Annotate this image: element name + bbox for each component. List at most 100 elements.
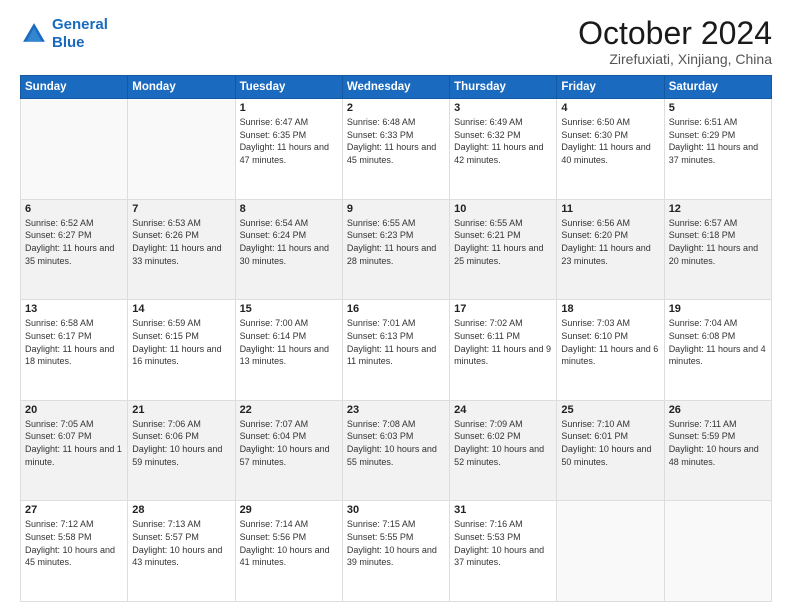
day-info: Sunrise: 7:10 AM Sunset: 6:01 PM Dayligh…	[561, 418, 659, 468]
day-info: Sunrise: 7:16 AM Sunset: 5:53 PM Dayligh…	[454, 518, 552, 568]
day-info: Sunrise: 7:14 AM Sunset: 5:56 PM Dayligh…	[240, 518, 338, 568]
day-info: Sunrise: 6:56 AM Sunset: 6:20 PM Dayligh…	[561, 217, 659, 267]
day-info: Sunrise: 6:48 AM Sunset: 6:33 PM Dayligh…	[347, 116, 445, 166]
day-number: 28	[132, 504, 230, 516]
col-header-saturday: Saturday	[664, 76, 771, 99]
day-cell: 16 Sunrise: 7:01 AM Sunset: 6:13 PM Dayli…	[342, 300, 449, 401]
day-number: 24	[454, 404, 552, 416]
day-cell: 24 Sunrise: 7:09 AM Sunset: 6:02 PM Dayli…	[450, 400, 557, 501]
day-cell: 28Sunrise: 7:13 AM Sunset: 5:57 PM Dayli…	[128, 501, 235, 602]
day-cell: 30 Sunrise: 7:15 AM Sunset: 5:55 PM Dayli…	[342, 501, 449, 602]
week-row-5: 27 Sunrise: 7:12 AM Sunset: 5:58 PM Dayli…	[21, 501, 772, 602]
day-cell: 25 Sunrise: 7:10 AM Sunset: 6:01 PM Dayli…	[557, 400, 664, 501]
day-number: 29	[240, 504, 338, 516]
day-number: 13	[25, 303, 123, 315]
day-cell: 1Sunrise: 6:47 AM Sunset: 6:35 PM Daylig…	[235, 99, 342, 200]
day-cell	[128, 99, 235, 200]
day-info: Sunrise: 6:52 AM Sunset: 6:27 PM Dayligh…	[25, 217, 123, 267]
logo-line2: Blue	[52, 34, 85, 51]
day-cell: 19Sunrise: 7:04 AM Sunset: 6:08 PM Dayli…	[664, 300, 771, 401]
day-number: 4	[561, 102, 659, 114]
day-info: Sunrise: 7:07 AM Sunset: 6:04 PM Dayligh…	[240, 418, 338, 468]
day-cell: 14 Sunrise: 6:59 AM Sunset: 6:15 PM Dayli…	[128, 300, 235, 401]
day-info: Sunrise: 7:12 AM Sunset: 5:58 PM Dayligh…	[25, 518, 123, 568]
day-number: 5	[669, 102, 767, 114]
day-info: Sunrise: 6:49 AM Sunset: 6:32 PM Dayligh…	[454, 116, 552, 166]
title-block: October 2024 Zirefuxiati, Xinjiang, Chin…	[578, 16, 772, 67]
day-number: 12	[669, 203, 767, 215]
week-row-2: 6Sunrise: 6:52 AM Sunset: 6:27 PM Daylig…	[21, 199, 772, 300]
day-number: 20	[25, 404, 123, 416]
day-cell: 20 Sunrise: 7:05 AM Sunset: 6:07 PM Dayli…	[21, 400, 128, 501]
day-number: 18	[561, 303, 659, 315]
day-info: Sunrise: 7:03 AM Sunset: 6:10 PM Dayligh…	[561, 317, 659, 367]
day-info: Sunrise: 6:54 AM Sunset: 6:24 PM Dayligh…	[240, 217, 338, 267]
day-info: Sunrise: 6:58 AM Sunset: 6:17 PM Dayligh…	[25, 317, 123, 367]
col-header-wednesday: Wednesday	[342, 76, 449, 99]
day-info: Sunrise: 6:55 AM Sunset: 6:21 PM Dayligh…	[454, 217, 552, 267]
header: General Blue October 2024 Zirefuxiati, X…	[20, 16, 772, 67]
logo-icon	[20, 20, 48, 48]
day-number: 23	[347, 404, 445, 416]
day-cell: 23 Sunrise: 7:08 AM Sunset: 6:03 PM Dayli…	[342, 400, 449, 501]
day-info: Sunrise: 6:57 AM Sunset: 6:18 PM Dayligh…	[669, 217, 767, 267]
day-number: 19	[669, 303, 767, 315]
day-info: Sunrise: 7:11 AM Sunset: 5:59 PM Dayligh…	[669, 418, 767, 468]
col-header-monday: Monday	[128, 76, 235, 99]
day-cell	[21, 99, 128, 200]
day-info: Sunrise: 7:15 AM Sunset: 5:55 PM Dayligh…	[347, 518, 445, 568]
day-number: 7	[132, 203, 230, 215]
day-number: 31	[454, 504, 552, 516]
week-row-4: 20 Sunrise: 7:05 AM Sunset: 6:07 PM Dayli…	[21, 400, 772, 501]
calendar-table: SundayMondayTuesdayWednesdayThursdayFrid…	[20, 75, 772, 602]
day-info: Sunrise: 7:01 AM Sunset: 6:13 PM Dayligh…	[347, 317, 445, 367]
day-cell: 26 Sunrise: 7:11 AM Sunset: 5:59 PM Dayli…	[664, 400, 771, 501]
col-header-thursday: Thursday	[450, 76, 557, 99]
day-cell: 22 Sunrise: 7:07 AM Sunset: 6:04 PM Dayli…	[235, 400, 342, 501]
day-number: 14	[132, 303, 230, 315]
day-info: Sunrise: 6:55 AM Sunset: 6:23 PM Dayligh…	[347, 217, 445, 267]
day-number: 11	[561, 203, 659, 215]
day-info: Sunrise: 7:08 AM Sunset: 6:03 PM Dayligh…	[347, 418, 445, 468]
day-info: Sunrise: 7:05 AM Sunset: 6:07 PM Dayligh…	[25, 418, 123, 468]
week-row-3: 13 Sunrise: 6:58 AM Sunset: 6:17 PM Dayli…	[21, 300, 772, 401]
day-number: 21	[132, 404, 230, 416]
subtitle: Zirefuxiati, Xinjiang, China	[578, 51, 772, 67]
day-info: Sunrise: 6:51 AM Sunset: 6:29 PM Dayligh…	[669, 116, 767, 166]
day-cell: 10 Sunrise: 6:55 AM Sunset: 6:21 PM Dayli…	[450, 199, 557, 300]
logo-line1: General	[52, 16, 108, 33]
day-cell: 11 Sunrise: 6:56 AM Sunset: 6:20 PM Dayli…	[557, 199, 664, 300]
day-number: 3	[454, 102, 552, 114]
day-cell	[557, 501, 664, 602]
day-cell: 8Sunrise: 6:54 AM Sunset: 6:24 PM Daylig…	[235, 199, 342, 300]
day-cell: 9 Sunrise: 6:55 AM Sunset: 6:23 PM Daylig…	[342, 199, 449, 300]
col-header-sunday: Sunday	[21, 76, 128, 99]
day-info: Sunrise: 7:09 AM Sunset: 6:02 PM Dayligh…	[454, 418, 552, 468]
day-cell: 4 Sunrise: 6:50 AM Sunset: 6:30 PM Daylig…	[557, 99, 664, 200]
day-cell: 12 Sunrise: 6:57 AM Sunset: 6:18 PM Dayli…	[664, 199, 771, 300]
day-number: 15	[240, 303, 338, 315]
header-row: SundayMondayTuesdayWednesdayThursdayFrid…	[21, 76, 772, 99]
day-cell	[664, 501, 771, 602]
day-cell: 13 Sunrise: 6:58 AM Sunset: 6:17 PM Dayli…	[21, 300, 128, 401]
day-info: Sunrise: 6:59 AM Sunset: 6:15 PM Dayligh…	[132, 317, 230, 367]
col-header-tuesday: Tuesday	[235, 76, 342, 99]
day-info: Sunrise: 7:06 AM Sunset: 6:06 PM Dayligh…	[132, 418, 230, 468]
day-number: 25	[561, 404, 659, 416]
day-info: Sunrise: 7:02 AM Sunset: 6:11 PM Dayligh…	[454, 317, 552, 367]
day-cell: 3 Sunrise: 6:49 AM Sunset: 6:32 PM Daylig…	[450, 99, 557, 200]
day-number: 9	[347, 203, 445, 215]
day-number: 26	[669, 404, 767, 416]
day-cell: 29 Sunrise: 7:14 AM Sunset: 5:56 PM Dayli…	[235, 501, 342, 602]
day-number: 22	[240, 404, 338, 416]
day-info: Sunrise: 6:50 AM Sunset: 6:30 PM Dayligh…	[561, 116, 659, 166]
day-cell: 6Sunrise: 6:52 AM Sunset: 6:27 PM Daylig…	[21, 199, 128, 300]
day-cell: 15Sunrise: 7:00 AM Sunset: 6:14 PM Dayli…	[235, 300, 342, 401]
day-number: 27	[25, 504, 123, 516]
page: General Blue October 2024 Zirefuxiati, X…	[0, 0, 792, 612]
day-number: 16	[347, 303, 445, 315]
day-number: 2	[347, 102, 445, 114]
col-header-friday: Friday	[557, 76, 664, 99]
day-number: 30	[347, 504, 445, 516]
day-number: 10	[454, 203, 552, 215]
